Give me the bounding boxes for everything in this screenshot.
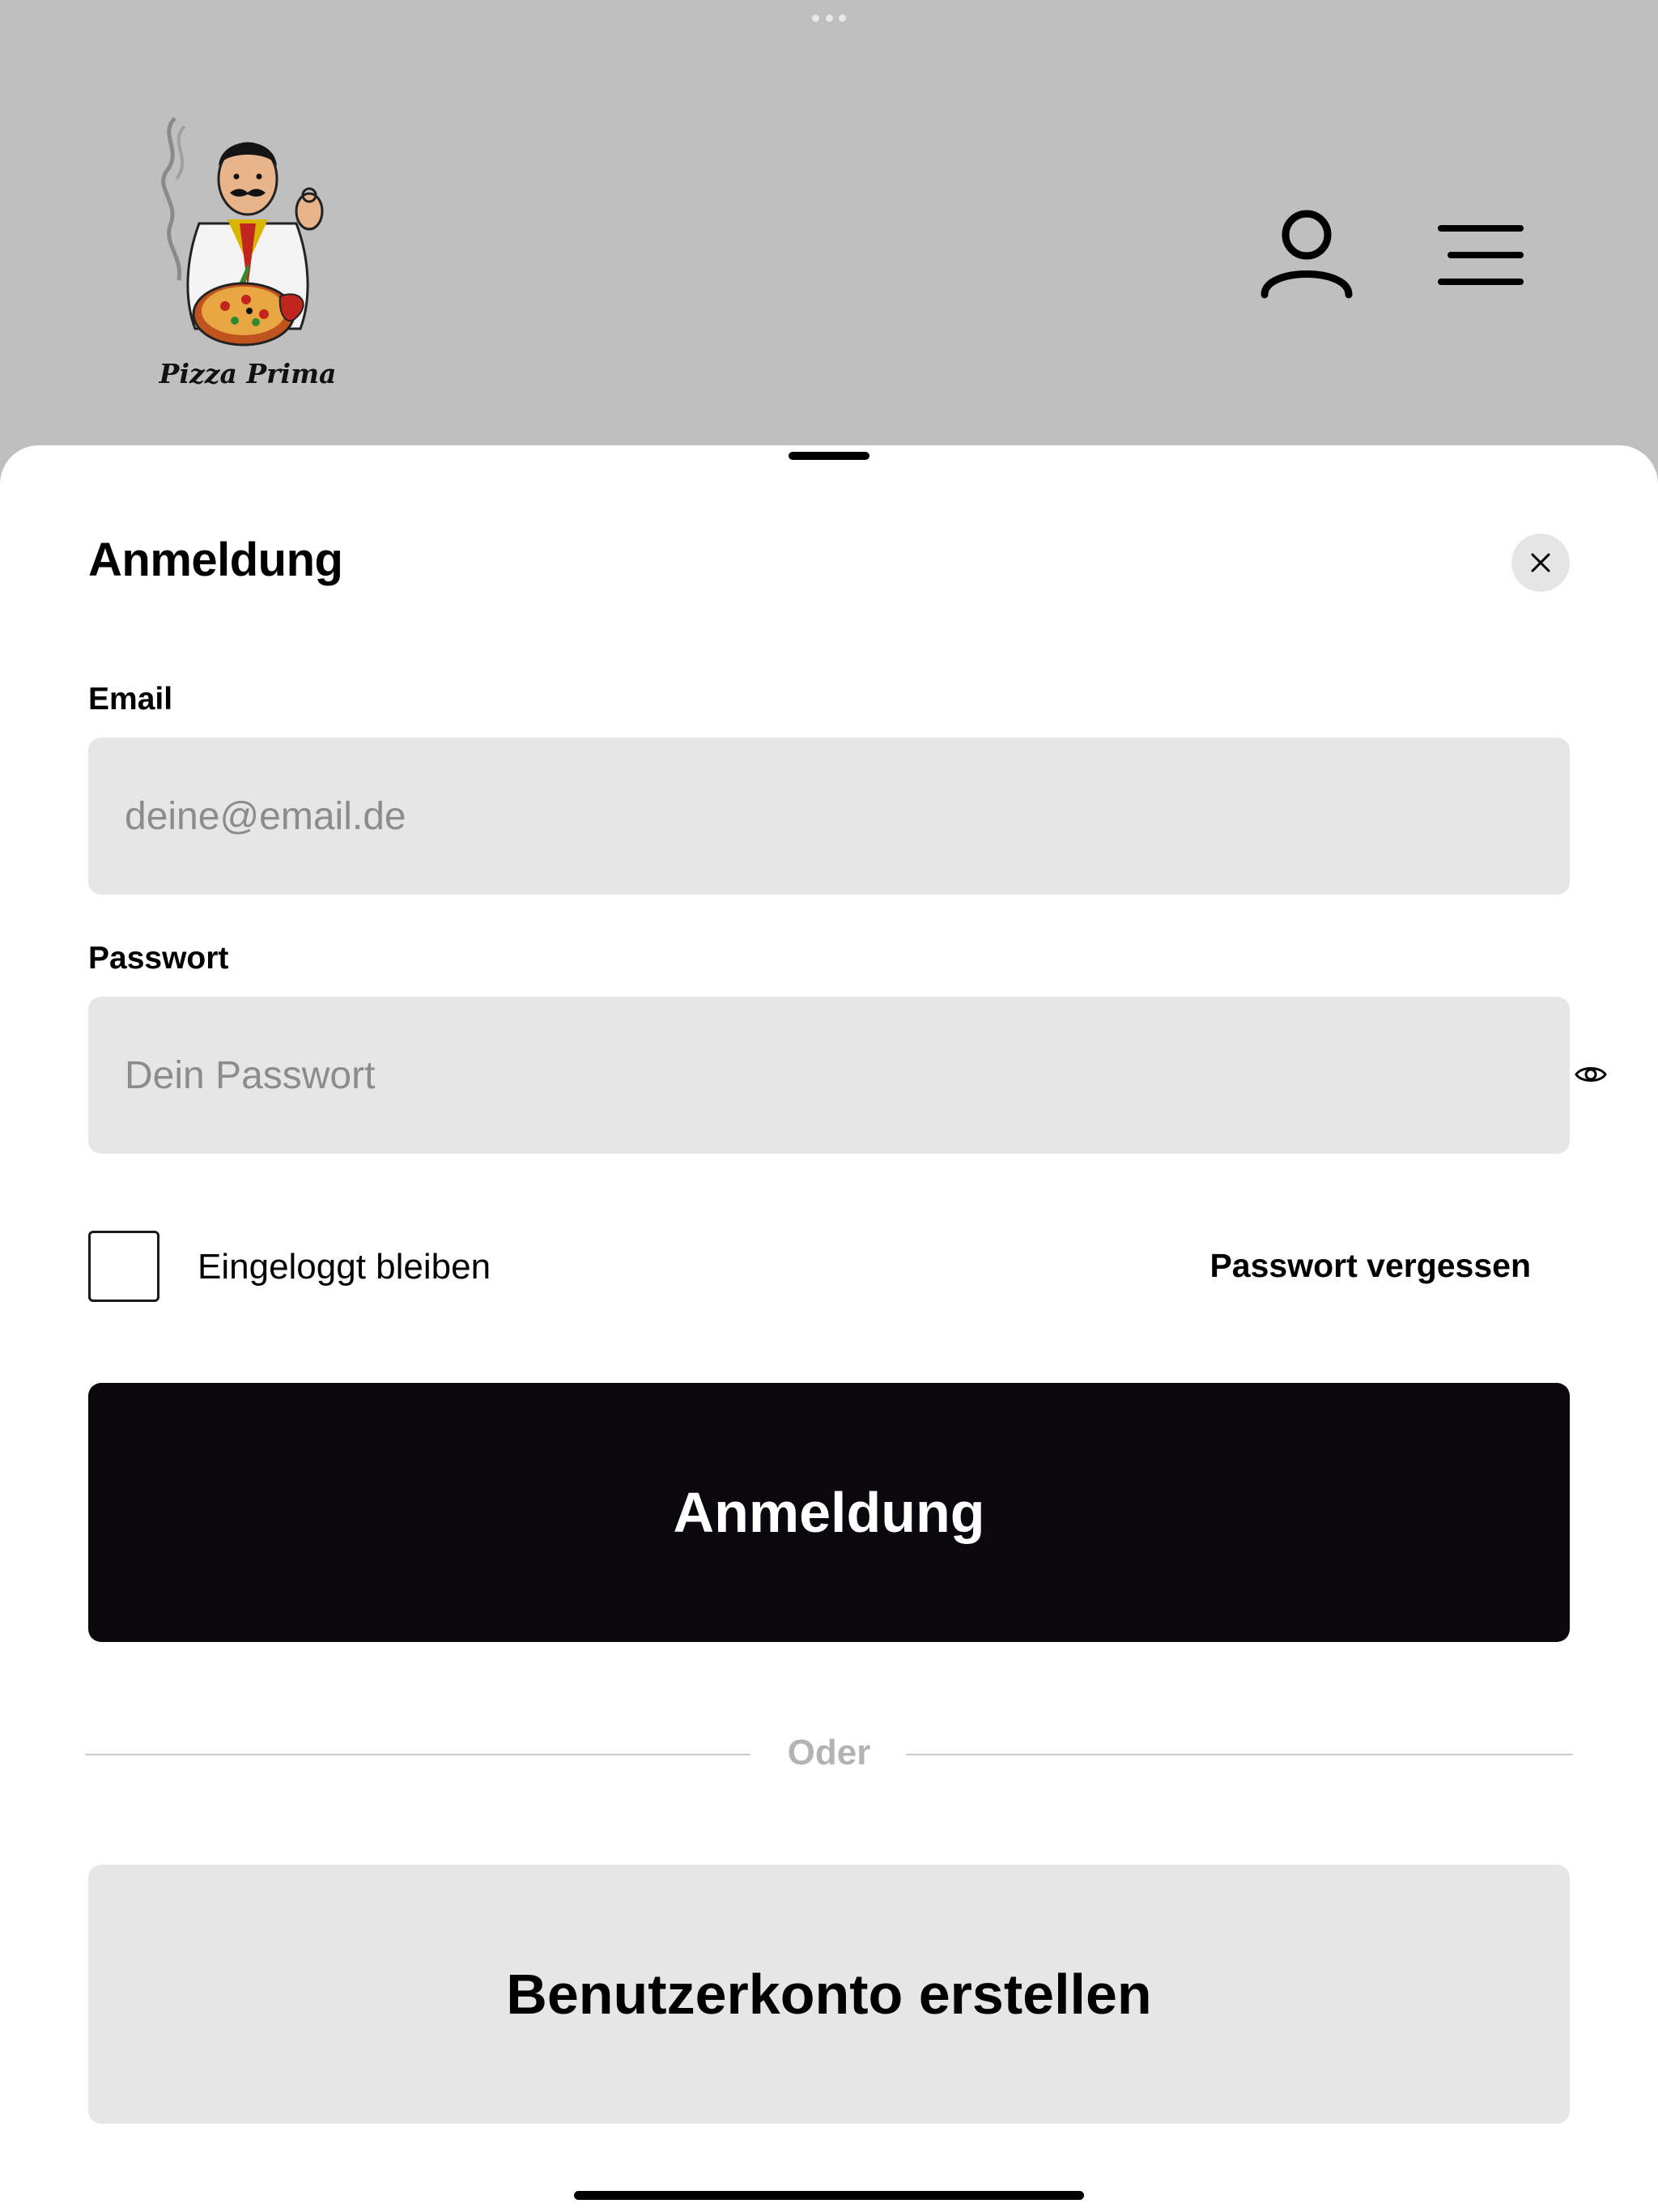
divider-line-right [906, 1754, 1573, 1755]
close-button[interactable] [1511, 534, 1570, 592]
sheet-grabber[interactable] [789, 452, 869, 460]
login-button[interactable]: Anmeldung [88, 1383, 1570, 1642]
pizza-prima-logo[interactable]: Pizza Prima [151, 102, 345, 393]
remember-me-checkbox[interactable] [88, 1231, 159, 1302]
sheet-title: Anmeldung [88, 534, 343, 586]
remember-me-label[interactable]: Eingeloggt bleiben [198, 1247, 491, 1287]
brand-name: Pizza Prima [159, 358, 337, 389]
multitasking-dots[interactable] [812, 15, 846, 24]
password-label: Passwort [88, 941, 229, 976]
email-label: Email [88, 682, 173, 717]
password-field-box[interactable] [88, 997, 1607, 1154]
login-sheet: Anmeldung Email Passwort Eingeloggt blei… [0, 445, 1658, 2212]
menu-icon[interactable] [1433, 219, 1527, 291]
email-field-box[interactable] [88, 738, 1570, 895]
eye-icon[interactable] [1573, 1057, 1609, 1092]
password-field[interactable] [125, 997, 1460, 1154]
close-icon [1531, 553, 1550, 572]
divider-label: Oder [787, 1733, 871, 1772]
create-account-button[interactable]: Benutzerkonto erstellen [88, 1865, 1570, 2124]
forgot-password-link[interactable]: Passwort vergessen [1209, 1247, 1531, 1285]
home-indicator[interactable] [574, 2191, 1084, 2200]
user-icon[interactable] [1256, 204, 1357, 304]
chef-logo-image [161, 117, 324, 347]
email-field[interactable] [125, 738, 1460, 895]
